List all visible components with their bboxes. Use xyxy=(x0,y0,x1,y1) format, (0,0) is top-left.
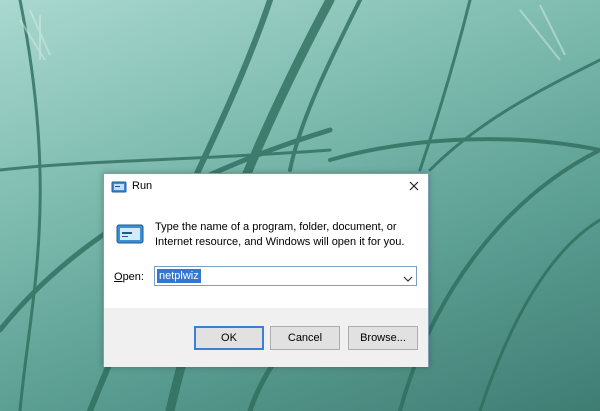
open-label: Open: xyxy=(114,271,144,283)
open-label-text: pen: xyxy=(122,271,144,283)
open-input[interactable]: netplwiz xyxy=(157,269,201,283)
window-title: Run xyxy=(132,180,153,192)
button-bar: OK Cancel Browse... xyxy=(104,308,428,367)
browse-button[interactable]: Browse... xyxy=(348,326,418,350)
open-label-accelerator: O xyxy=(114,271,123,283)
run-icon xyxy=(115,221,145,247)
close-icon xyxy=(409,178,419,196)
close-button[interactable] xyxy=(400,174,428,200)
run-icon xyxy=(111,180,127,194)
title-bar[interactable]: Run xyxy=(104,174,428,200)
ok-button[interactable]: OK xyxy=(194,326,264,350)
open-combobox[interactable]: netplwiz xyxy=(154,266,417,286)
cancel-button[interactable]: Cancel xyxy=(270,326,340,350)
run-dialog: Run Type the name of a program, folder, … xyxy=(103,173,429,367)
chevron-down-icon[interactable] xyxy=(403,271,413,282)
instruction-text: Type the name of a program, folder, docu… xyxy=(155,221,405,248)
